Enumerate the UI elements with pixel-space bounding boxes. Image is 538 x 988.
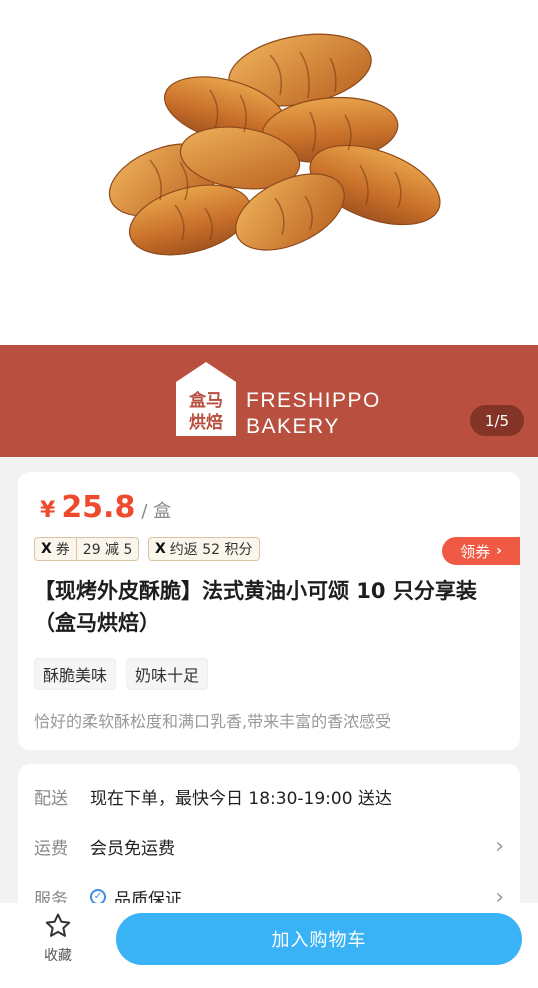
points-tag[interactable]: X 约返 52 积分 xyxy=(148,537,260,561)
feature-tag: 酥脆美味 xyxy=(34,658,117,690)
chevron-right-icon: › xyxy=(496,543,502,559)
product-title: 【现烤外皮酥脆】法式黄油小可颂 10 只分享装（盒马烘焙） xyxy=(34,579,477,635)
product-info-card: ¥ 25.8 / 盒 X 券 29 减 5 X 约返 52 积分 领券 › 【现… xyxy=(18,472,520,750)
price-value: 25.8 xyxy=(61,490,136,525)
claim-coupon-label: 领券 xyxy=(460,542,491,561)
x-coupon-icon: X xyxy=(41,541,52,557)
feature-tag: 奶味十足 xyxy=(126,658,209,690)
favorite-button[interactable]: 收藏 xyxy=(28,911,88,965)
points-label: 约返 52 积分 xyxy=(169,542,253,558)
bottom-action-bar: 收藏 加入购物车 xyxy=(0,903,538,988)
image-page-indicator: 1/5 xyxy=(470,405,524,436)
shipping-fee-value: 会员免运费 xyxy=(90,838,175,859)
price-unit: / 盒 xyxy=(141,501,172,522)
claim-coupon-button[interactable]: 领券 › xyxy=(442,537,520,565)
coupon-label: 券 xyxy=(55,542,70,558)
delivery-row: 配送 现在下单，最快今日 18:30-19:00 送达 xyxy=(34,781,504,811)
product-image[interactable] xyxy=(0,0,538,345)
add-to-cart-button[interactable]: 加入购物车 xyxy=(116,913,522,965)
delivery-value: 现在下单，最快今日 18:30-19:00 送达 xyxy=(90,788,392,809)
shipping-fee-row[interactable]: 运费 会员免运费 › xyxy=(34,831,504,861)
logo-text-bottom: 烘焙 xyxy=(189,412,223,433)
croissant-photo xyxy=(108,33,441,256)
star-icon xyxy=(45,913,71,937)
delivery-info-card: 配送 现在下单，最快今日 18:30-19:00 送达 运费 会员免运费 › 服… xyxy=(18,764,520,924)
freshippo-bakery-logo: 盒马 烘焙 xyxy=(176,362,236,436)
feature-tags: 酥脆美味 奶味十足 xyxy=(34,658,209,690)
coupon-value: 29 减 5 xyxy=(82,542,133,558)
coupon-tag[interactable]: X 券 29 减 5 xyxy=(34,537,140,561)
product-description: 恰好的柔软酥松度和满口乳香,带来丰富的香浓感受 xyxy=(34,712,392,731)
brand-line-2: BAKERY xyxy=(246,415,340,438)
logo-text-top: 盒马 xyxy=(188,390,223,411)
x-points-icon: X xyxy=(155,541,166,557)
chevron-right-icon: › xyxy=(495,833,504,859)
price: ¥ 25.8 / 盒 xyxy=(40,490,171,525)
brand-line-1: FRESHIPPO xyxy=(246,389,381,412)
delivery-label: 配送 xyxy=(34,788,68,809)
shipping-fee-label: 运费 xyxy=(34,838,68,859)
brand-wordmark: FRESHIPPO BAKERY xyxy=(246,388,381,440)
favorite-label: 收藏 xyxy=(44,948,72,964)
price-currency: ¥ xyxy=(40,498,56,523)
